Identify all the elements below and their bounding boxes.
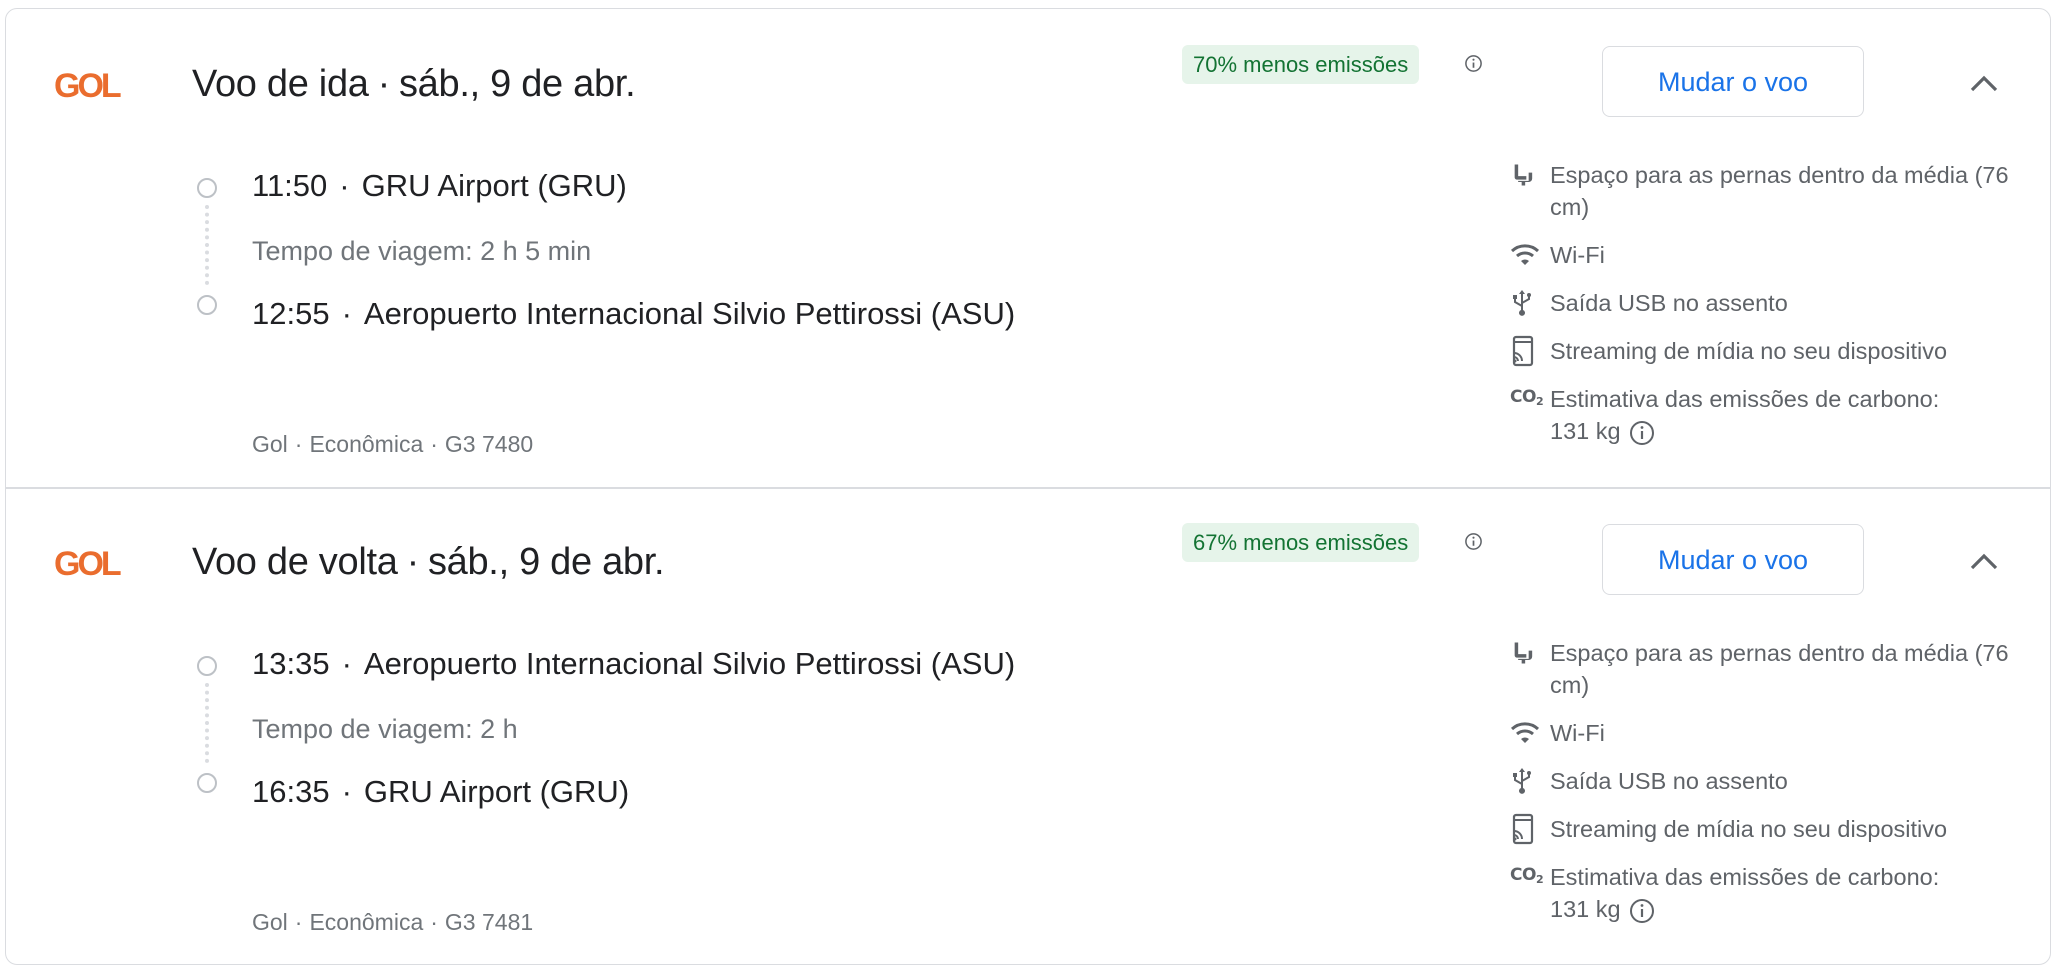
airline-name: Gol [252,431,288,457]
amenity-streaming: Streaming de mídia no seu dispositivo [1510,813,2030,845]
wifi-icon [1510,239,1550,271]
amenity-usb: Saída USB no assento [1510,287,2030,319]
info-icon[interactable] [1464,54,1483,73]
change-flight-button[interactable]: Mudar o voo [1602,46,1864,117]
arrival-dot [197,773,217,793]
amenities-list: Espaço para as pernas dentro da média (7… [1510,159,2030,463]
gol-logo: GOL [54,545,124,583]
outbound-flight-section: GOL Voo de ida · sáb., 9 de abr. 70% menos… [6,9,2050,487]
departure-row: 11:50 · GRU Airport (GRU) [252,168,627,203]
separator: · [406,541,420,583]
amenity-carbon: CO2 Estimativa das emissões de carbono: … [1510,861,2030,925]
co2-icon: CO2 [1510,864,1544,886]
amenity-wifi: Wi-Fi [1510,717,2030,749]
departure-dot [197,656,217,676]
travel-time: Tempo de viagem: 2 h 5 min [252,236,592,266]
chevron-up-icon[interactable] [1968,547,2000,575]
usb-icon [1510,287,1550,319]
amenities-list: Espaço para as pernas dentro da média (7… [1510,637,2030,941]
emissions-badge: 70% menos emissões [1182,45,1420,84]
flight-date: sáb., 9 de abr. [398,63,636,105]
svg-text:GOL: GOL [54,67,121,105]
flight-details-card: GOL Voo de ida · sáb., 9 de abr. 70% menos… [5,8,2051,965]
change-flight-button[interactable]: Mudar o voo [1602,524,1864,595]
info-icon[interactable] [1629,898,1655,924]
amenity-legroom: Espaço para as pernas dentro da média (7… [1510,637,2030,701]
arrival-airport: Aeropuerto Internacional Silvio Pettiros… [363,296,1016,331]
cabin-class: Econômica [309,909,424,935]
departure-row: 13:35 · Aeropuerto Internacional Silvio Pe… [252,646,1016,681]
emissions-badge: 67% menos emissões [1182,523,1420,562]
cast-icon [1510,335,1550,367]
departure-dot [197,178,217,198]
timeline-line [205,205,209,285]
travel-time: Tempo de viagem: 2 h [252,714,518,744]
svg-text:GOL: GOL [54,545,121,583]
cast-icon [1510,813,1550,845]
flight-title: Voo de ida · sáb., 9 de abr. [192,61,636,107]
departure-airport: Aeropuerto Internacional Silvio Pettiros… [363,646,1016,681]
departure-airport: GRU Airport (GRU) [361,168,627,203]
amenity-wifi: Wi-Fi [1510,239,2030,271]
flight-meta: Gol · Econômica · G3 7481 [252,909,534,935]
usb-icon [1510,765,1550,797]
carbon-label: Estimativa das emissões de carbono: [1550,864,1940,890]
flight-direction: Voo de volta [192,541,398,583]
departure-time: 13:35 [252,646,330,681]
carbon-value: 131 kg [1550,418,1621,444]
flight-date: sáb., 9 de abr. [427,541,665,583]
flight-direction: Voo de ida [192,63,369,105]
arrival-row: 16:35 · GRU Airport (GRU) [252,774,630,809]
flight-meta: Gol · Econômica · G3 7480 [252,431,534,457]
airline-name: Gol [252,909,288,935]
separator: · [377,63,391,105]
seat-icon [1510,637,1550,669]
flight-number: G3 7480 [444,431,534,457]
amenity-usb: Saída USB no assento [1510,765,2030,797]
amenity-streaming: Streaming de mídia no seu dispositivo [1510,335,2030,367]
departure-time: 11:50 [252,168,328,203]
return-flight-section: GOL Voo de volta · sáb., 9 de abr. 67% men… [6,487,2050,965]
co2-icon: CO2 [1510,386,1544,408]
arrival-dot [197,295,217,315]
wifi-icon [1510,717,1550,749]
seat-icon [1510,159,1550,191]
flight-title: Voo de volta · sáb., 9 de abr. [192,539,665,585]
timeline-line [205,683,209,763]
arrival-airport: GRU Airport (GRU) [363,774,630,809]
arrival-time: 16:35 [252,774,330,809]
amenity-legroom: Espaço para as pernas dentro da média (7… [1510,159,2030,223]
arrival-time: 12:55 [252,296,330,331]
cabin-class: Econômica [309,431,424,457]
info-icon[interactable] [1464,532,1483,551]
carbon-label: Estimativa das emissões de carbono: [1550,386,1940,412]
amenity-carbon: CO2 Estimativa das emissões de carbono: … [1510,383,2030,447]
info-icon[interactable] [1629,420,1655,446]
chevron-up-icon[interactable] [1968,69,2000,97]
gol-logo: GOL [54,67,124,105]
arrival-row: 12:55 · Aeropuerto Internacional Silvio Pe… [252,296,1016,331]
carbon-value: 131 kg [1550,896,1621,922]
flight-number: G3 7481 [444,909,534,935]
